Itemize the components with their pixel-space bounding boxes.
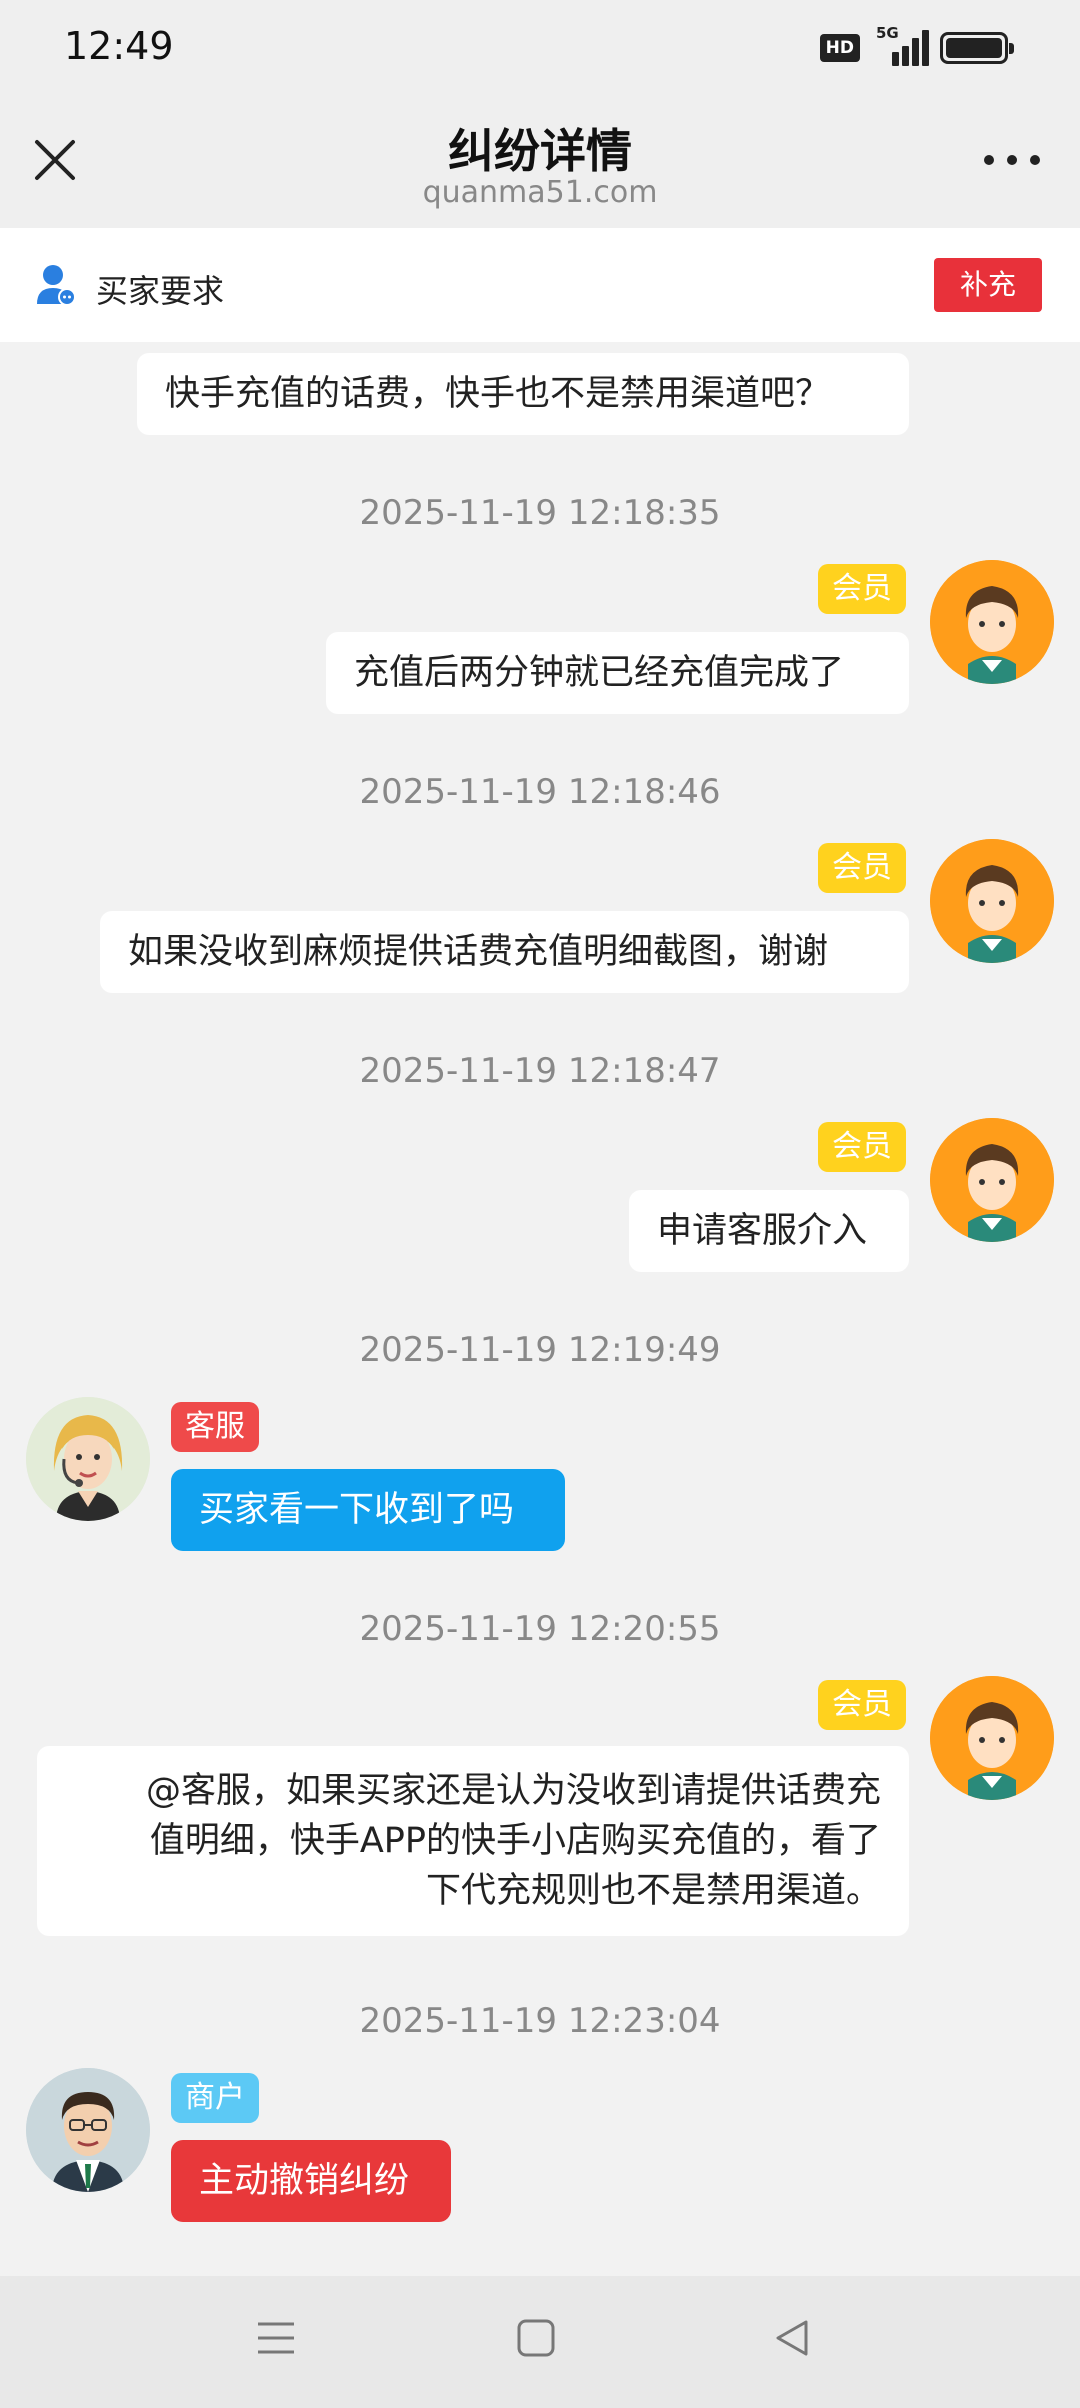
chat-list[interactable]: 快手充值的话费，快手也不是禁用渠道吧？ 2025-11-19 12:18:35 …	[0, 342, 1080, 2276]
message-line: @客服，如果买家还是认为没收到请提供话费充	[145, 1771, 881, 1811]
member-tag: 会员	[818, 1122, 906, 1172]
message-timestamp: 2025-11-19 12:18:47	[359, 1051, 721, 1091]
message-bubble: @客服，如果买家还是认为没收到请提供话费充 值明细，快手APP的快手小店购买充值…	[37, 1746, 909, 1936]
message-bubble: 充值后两分钟就已经充值完成了	[326, 632, 909, 714]
service-tag: 客服	[171, 1402, 259, 1452]
service-avatar	[26, 1397, 150, 1521]
network-label: 5G	[876, 24, 899, 42]
merchant-message-bubble: 主动撤销纠纷	[171, 2140, 451, 2222]
member-tag: 会员	[818, 564, 906, 614]
member-avatar	[930, 1118, 1054, 1242]
request-bar: 买家要求 补充	[0, 228, 1080, 342]
message-bubble: 如果没收到麻烦提供话费充值明细截图，谢谢	[100, 911, 909, 993]
more-icon[interactable]	[984, 150, 1040, 170]
back-icon[interactable]	[772, 2318, 812, 2362]
member-avatar	[930, 839, 1054, 963]
page-title: 纠纷详情	[448, 124, 632, 178]
member-tag: 会员	[818, 843, 906, 893]
service-message-bubble: 买家看一下收到了吗	[171, 1469, 565, 1551]
message-line: 值明细，快手APP的快手小店购买充值的，看了	[149, 1821, 881, 1861]
message-bubble: 快手充值的话费，快手也不是禁用渠道吧？	[137, 353, 909, 435]
battery-icon	[940, 32, 1014, 64]
supplement-button[interactable]: 补充	[934, 258, 1042, 312]
status-bar: 12:49 HD 5G	[0, 0, 1080, 95]
status-icons: HD 5G	[819, 24, 1014, 66]
member-tag: 会员	[818, 1680, 906, 1730]
message-timestamp: 2025-11-19 12:18:35	[359, 493, 721, 533]
menu-icon[interactable]	[256, 2318, 296, 2362]
hd-icon: HD	[819, 34, 860, 62]
merchant-tag: 商户	[171, 2073, 259, 2123]
signal-icon: 5G	[876, 24, 929, 66]
system-nav-bar	[0, 2276, 1080, 2408]
message-timestamp: 2025-11-19 12:18:46	[359, 772, 721, 812]
merchant-avatar	[26, 2068, 150, 2192]
member-avatar	[930, 560, 1054, 684]
page-subtitle: quanma51.com	[422, 175, 658, 210]
message-line: 下代充规则也不是禁用渠道。	[425, 1871, 881, 1911]
message-timestamp: 2025-11-19 12:23:04	[359, 2001, 721, 2041]
message-timestamp: 2025-11-19 12:19:49	[359, 1330, 721, 1370]
request-label: 买家要求	[96, 272, 225, 310]
home-icon[interactable]	[516, 2318, 556, 2362]
header: 纠纷详情 quanma51.com	[0, 95, 1080, 228]
member-avatar	[930, 1676, 1054, 1800]
message-timestamp: 2025-11-19 12:20:55	[359, 1609, 721, 1649]
message-bubble: 申请客服介入	[629, 1190, 909, 1272]
user-icon	[36, 264, 76, 306]
status-time: 12:49	[64, 24, 174, 68]
